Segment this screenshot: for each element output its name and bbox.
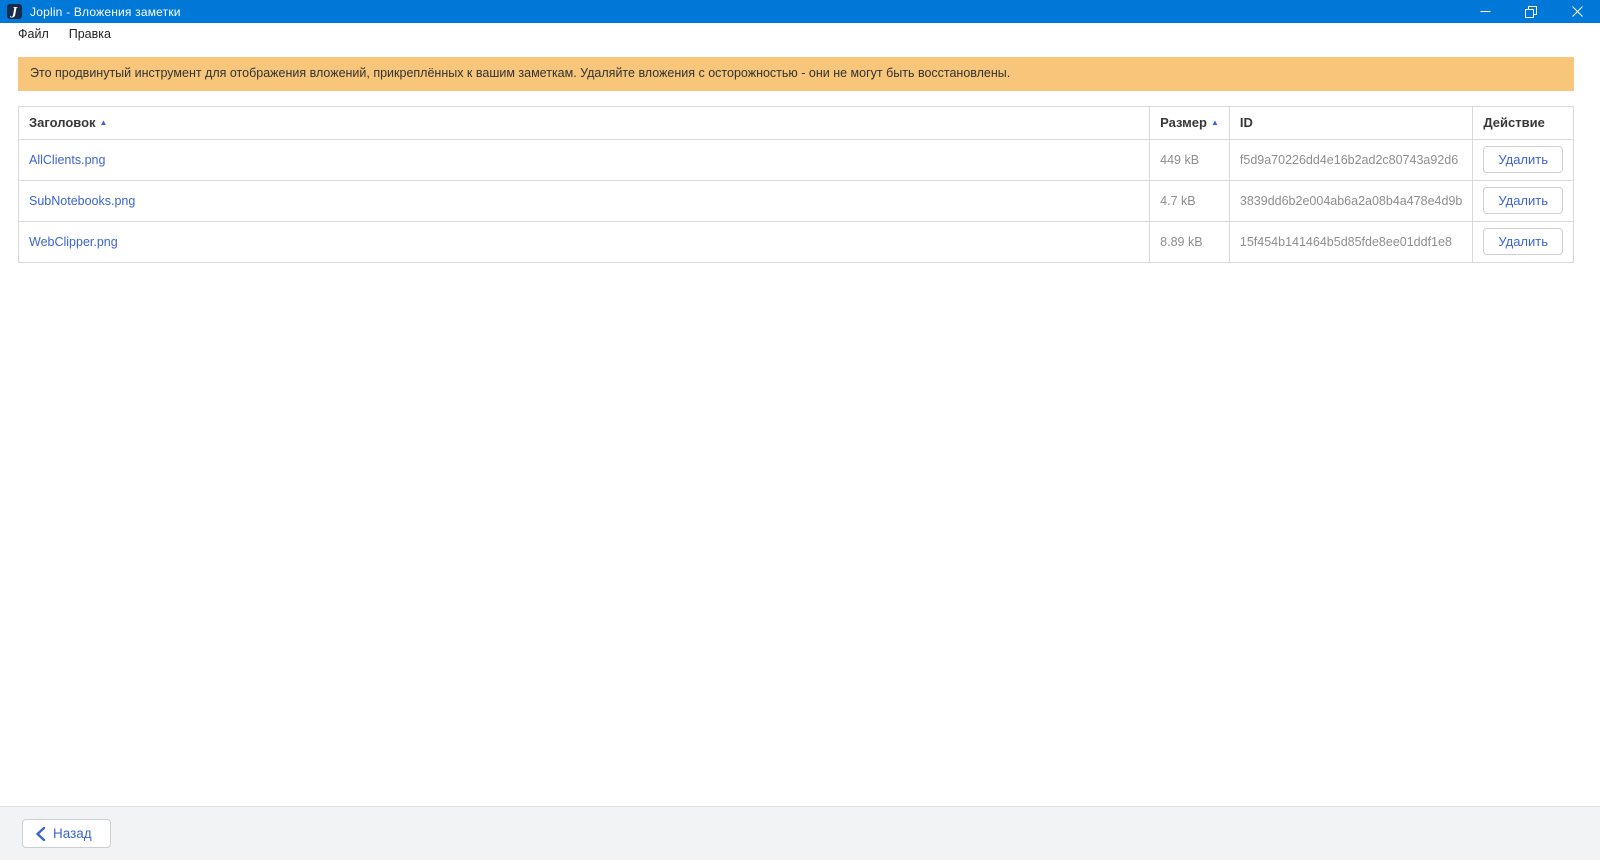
- attachment-size: 4.7 kB: [1149, 179, 1230, 222]
- attachment-link[interactable]: WebClipper.png: [29, 235, 118, 249]
- main-content: Это продвинутый инструмент для отображен…: [0, 45, 1600, 263]
- table-row: WebClipper.png 8.89 kB 15f454b141464b5d8…: [17, 220, 1574, 263]
- delete-button[interactable]: Удалить: [1483, 187, 1563, 215]
- back-button[interactable]: Назад: [22, 819, 111, 848]
- attachment-id: 3839dd6b2e004ab6a2a08b4a478e4d9b: [1228, 179, 1474, 222]
- close-button[interactable]: [1554, 0, 1600, 23]
- minimize-icon: [1480, 10, 1490, 13]
- header-action: Действие: [1472, 105, 1574, 140]
- joplin-logo-icon: J: [7, 4, 22, 19]
- restore-icon: [1525, 5, 1537, 18]
- table-row: SubNotebooks.png 4.7 kB 3839dd6b2e004ab6…: [17, 179, 1574, 222]
- chevron-left-icon: [36, 826, 46, 841]
- table-header-row: Заголовок ▲ Размер ▲ ID Действие: [17, 105, 1574, 140]
- sort-asc-icon: ▲: [99, 118, 108, 128]
- titlebar: J Joplin - Вложения заметки: [0, 0, 1600, 23]
- header-action-label: Действие: [1483, 115, 1545, 131]
- menubar: Файл Правка: [0, 23, 1600, 45]
- window-title: Joplin - Вложения заметки: [30, 4, 181, 19]
- attachments-table: Заголовок ▲ Размер ▲ ID Действие AllClient…: [17, 105, 1574, 263]
- close-icon: [1571, 6, 1583, 17]
- minimize-button[interactable]: [1462, 0, 1508, 23]
- header-size[interactable]: Размер ▲: [1149, 105, 1230, 140]
- attachment-id: f5d9a70226dd4e16b2ad2c80743a92d6: [1228, 138, 1474, 181]
- header-id-label: ID: [1239, 115, 1253, 131]
- attachment-size: 8.89 kB: [1149, 220, 1230, 263]
- sort-asc-icon: ▲: [1210, 118, 1219, 128]
- footer-bar: Назад: [0, 806, 1600, 860]
- header-title-label: Заголовок: [29, 115, 96, 131]
- back-button-label: Назад: [53, 826, 92, 841]
- warning-banner: Это продвинутый инструмент для отображен…: [18, 57, 1574, 91]
- menu-file[interactable]: Файл: [8, 25, 59, 43]
- restore-button[interactable]: [1508, 0, 1554, 23]
- header-id[interactable]: ID: [1228, 105, 1474, 140]
- menu-edit[interactable]: Правка: [59, 25, 121, 43]
- attachment-link[interactable]: SubNotebooks.png: [29, 194, 135, 208]
- delete-button[interactable]: Удалить: [1483, 146, 1563, 174]
- attachment-size: 449 kB: [1149, 138, 1230, 181]
- header-size-label: Размер: [1160, 115, 1207, 131]
- attachment-id: 15f454b141464b5d85fde8ee01ddf1e8: [1228, 220, 1474, 263]
- delete-button[interactable]: Удалить: [1483, 228, 1563, 256]
- attachment-link[interactable]: AllClients.png: [29, 153, 105, 167]
- table-row: AllClients.png 449 kB f5d9a70226dd4e16b2…: [17, 138, 1574, 181]
- header-title[interactable]: Заголовок ▲: [17, 105, 1151, 140]
